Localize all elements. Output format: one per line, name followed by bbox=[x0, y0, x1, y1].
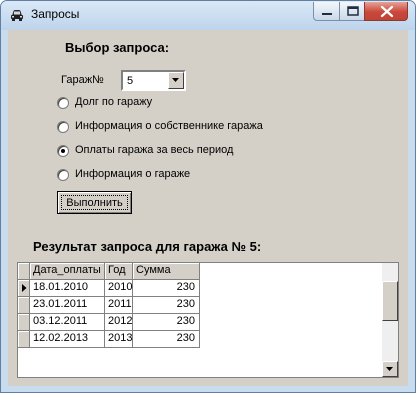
option-owner-info-label[interactable]: Информация о собственнике гаража bbox=[75, 120, 263, 132]
table-cell[interactable]: 2011 bbox=[105, 297, 133, 314]
minimize-icon bbox=[322, 13, 332, 15]
title-bar[interactable]: Запросы bbox=[1, 1, 415, 30]
column-header[interactable]: Дата_оплаты bbox=[30, 263, 105, 280]
column-header[interactable]: Год bbox=[105, 263, 133, 280]
option-debt-label[interactable]: Долг по гаражу bbox=[75, 96, 152, 108]
result-grid[interactable]: Дата_оплаты Год Сумма 18.01.2010 2010 23… bbox=[17, 262, 399, 378]
table-cell[interactable]: 230 bbox=[133, 331, 200, 348]
option-payments-label[interactable]: Оплаты гаража за весь период bbox=[75, 144, 233, 156]
car-icon bbox=[11, 10, 23, 21]
run-query-button-label: Выполнить bbox=[66, 196, 123, 209]
scrollbar-thumb[interactable] bbox=[382, 281, 398, 321]
grid-vertical-scrollbar[interactable] bbox=[382, 263, 398, 377]
row-indicator[interactable] bbox=[18, 297, 30, 314]
table-cell[interactable]: 2012 bbox=[105, 314, 133, 331]
minimize-button[interactable] bbox=[313, 2, 340, 21]
option-garage-info-radio[interactable] bbox=[57, 169, 69, 181]
app-window: Запросы Выбор запроса: Гараж№ 5 Долг по … bbox=[0, 0, 416, 393]
garage-combobox[interactable]: 5 bbox=[121, 70, 186, 91]
table-cell[interactable]: 2010 bbox=[105, 280, 133, 297]
maximize-icon bbox=[347, 6, 359, 16]
garage-label: Гараж№ bbox=[61, 74, 104, 86]
record-pointer-icon bbox=[22, 284, 27, 292]
table-cell[interactable]: 230 bbox=[133, 314, 200, 331]
table-cell[interactable]: 230 bbox=[133, 297, 200, 314]
chevron-down-icon bbox=[386, 367, 393, 371]
table-cell[interactable]: 23.01.2011 bbox=[30, 297, 105, 314]
table-cell[interactable]: 230 bbox=[133, 280, 200, 297]
option-payments-radio[interactable] bbox=[57, 145, 69, 157]
scroll-down-button[interactable] bbox=[382, 361, 398, 377]
column-header[interactable]: Сумма bbox=[133, 263, 200, 280]
result-heading: Результат запроса для гаража № 5: bbox=[33, 239, 262, 254]
window-title: Запросы bbox=[31, 7, 80, 21]
maximize-button[interactable] bbox=[339, 2, 365, 21]
row-indicator[interactable] bbox=[18, 314, 30, 331]
option-owner-info-radio[interactable] bbox=[57, 121, 69, 133]
radio-selected-dot bbox=[61, 149, 65, 153]
grid-corner bbox=[18, 263, 30, 280]
run-query-button[interactable]: Выполнить bbox=[57, 191, 132, 214]
row-indicator[interactable] bbox=[18, 280, 30, 297]
form-client-area: Выбор запроса: Гараж№ 5 Долг по гаражу И… bbox=[8, 30, 408, 386]
table-cell[interactable]: 12.02.2013 bbox=[30, 331, 105, 348]
table-cell[interactable]: 03.12.2011 bbox=[30, 314, 105, 331]
close-icon bbox=[380, 5, 394, 18]
garage-combobox-dropdown-button[interactable] bbox=[168, 72, 184, 89]
query-select-heading: Выбор запроса: bbox=[65, 40, 170, 55]
option-garage-info-label[interactable]: Информация о гараже bbox=[75, 168, 190, 180]
option-debt-radio[interactable] bbox=[57, 97, 69, 109]
table-cell[interactable]: 18.01.2010 bbox=[30, 280, 105, 297]
close-button[interactable] bbox=[364, 2, 408, 21]
table-cell[interactable]: 2013 bbox=[105, 331, 133, 348]
garage-combobox-value: 5 bbox=[127, 75, 134, 87]
chevron-down-icon bbox=[172, 78, 179, 82]
row-indicator[interactable] bbox=[18, 331, 30, 348]
